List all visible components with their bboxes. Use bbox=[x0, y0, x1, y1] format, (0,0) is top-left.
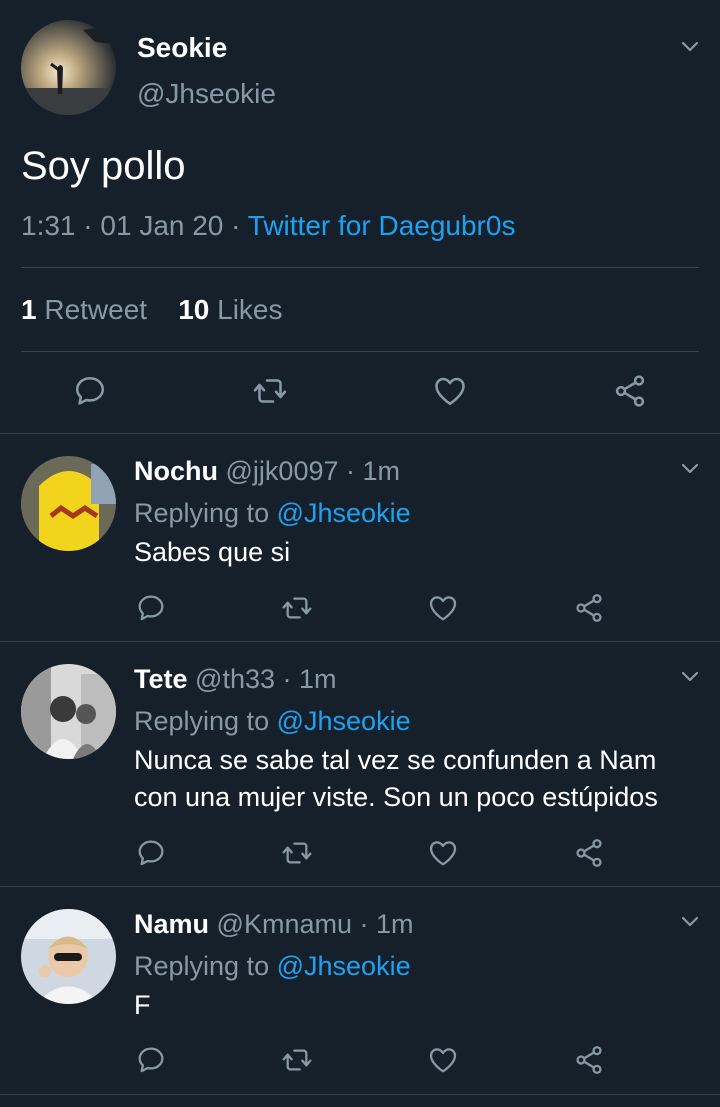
divider bbox=[21, 267, 699, 268]
mention-link[interactable]: @Jhseokie bbox=[277, 706, 411, 736]
reply-icon[interactable] bbox=[135, 837, 167, 869]
reply-text: Sabes que si bbox=[134, 537, 291, 567]
share-icon[interactable] bbox=[573, 592, 605, 624]
reply-author-name[interactable]: Nochu bbox=[134, 456, 218, 486]
reply-icon[interactable] bbox=[135, 1044, 167, 1076]
avatar[interactable] bbox=[21, 456, 116, 551]
chevron-down-icon[interactable] bbox=[678, 909, 702, 933]
reply-tweet[interactable]: Nochu @jjk0097 · 1m Replying to @Jhseoki… bbox=[0, 434, 720, 642]
chevron-down-icon[interactable] bbox=[678, 34, 702, 58]
replying-to: Replying to @Jhseokie bbox=[134, 951, 411, 981]
reply-header: Nochu @jjk0097 · 1m bbox=[134, 456, 400, 487]
like-icon[interactable] bbox=[427, 837, 459, 869]
share-icon[interactable] bbox=[573, 1044, 605, 1076]
retweet-icon[interactable] bbox=[281, 837, 313, 869]
reply-text-line: Nunca se sabe tal vez se confunden a Nam bbox=[134, 745, 657, 775]
meta-separator: · bbox=[83, 210, 93, 241]
reply-author-handle[interactable]: @th33 bbox=[195, 664, 275, 694]
mention-link[interactable]: @Jhseokie bbox=[277, 498, 411, 528]
chevron-down-icon[interactable] bbox=[678, 664, 702, 688]
tweet-meta: 1:31 · 01 Jan 20 · Twitter for Daegubr0s bbox=[21, 210, 515, 242]
tweet-stats: 1 Retweet 10 Likes bbox=[21, 294, 283, 326]
mention-link[interactable]: @Jhseokie bbox=[277, 951, 411, 981]
avatar[interactable] bbox=[21, 20, 116, 115]
retweet-icon[interactable] bbox=[252, 373, 288, 409]
reply-time: · 1m bbox=[346, 456, 401, 486]
reply-text: Nunca se sabe tal vez se confunden a Nam… bbox=[134, 742, 704, 816]
tweet-source-link[interactable]: Twitter for Daegubr0s bbox=[248, 210, 516, 241]
retweet-icon[interactable] bbox=[281, 592, 313, 624]
reply-header: Tete @th33 · 1m bbox=[134, 664, 337, 695]
reply-author-name[interactable]: Namu bbox=[134, 909, 209, 939]
reply-author-handle[interactable]: @Kmnamu bbox=[217, 909, 352, 939]
reply-icon[interactable] bbox=[72, 373, 108, 409]
replying-to: Replying to @Jhseokie bbox=[134, 498, 411, 528]
tweet-time: 1:31 bbox=[21, 210, 76, 241]
avatar[interactable] bbox=[21, 664, 116, 759]
reply-text-line: con una mujer viste. Son un poco estúpid… bbox=[134, 782, 658, 812]
tweet-text: Soy pollo bbox=[21, 144, 186, 188]
share-icon[interactable] bbox=[573, 837, 605, 869]
likes-link[interactable]: 10 Likes bbox=[178, 294, 282, 325]
retweets-link[interactable]: 1 Retweet bbox=[21, 294, 147, 325]
chevron-down-icon[interactable] bbox=[678, 456, 702, 480]
reply-time: · 1m bbox=[282, 664, 337, 694]
like-icon[interactable] bbox=[427, 592, 459, 624]
like-icon[interactable] bbox=[432, 373, 468, 409]
reply-header: Namu @Kmnamu · 1m bbox=[134, 909, 414, 940]
avatar[interactable] bbox=[21, 909, 116, 1004]
reply-time: · 1m bbox=[359, 909, 414, 939]
reply-text: F bbox=[134, 990, 151, 1020]
meta-separator: · bbox=[231, 210, 241, 241]
like-icon[interactable] bbox=[427, 1044, 459, 1076]
author-handle[interactable]: @Jhseokie bbox=[137, 78, 276, 110]
reply-tweet[interactable]: Namu @Kmnamu · 1m Replying to @Jhseokie … bbox=[0, 887, 720, 1095]
reply-icon[interactable] bbox=[135, 592, 167, 624]
main-tweet: Seokie @Jhseokie Soy pollo 1:31 · 01 Jan… bbox=[0, 0, 720, 434]
reply-tweet[interactable]: Tete @th33 · 1m Replying to @Jhseokie Nu… bbox=[0, 642, 720, 887]
tweet-date: 01 Jan 20 bbox=[100, 210, 224, 241]
reply-author-handle[interactable]: @jjk0097 bbox=[226, 456, 339, 486]
share-icon[interactable] bbox=[612, 373, 648, 409]
retweet-icon[interactable] bbox=[281, 1044, 313, 1076]
reply-author-name[interactable]: Tete bbox=[134, 664, 188, 694]
replying-to: Replying to @Jhseokie bbox=[134, 706, 411, 736]
divider bbox=[21, 351, 699, 352]
author-name[interactable]: Seokie bbox=[137, 32, 227, 64]
